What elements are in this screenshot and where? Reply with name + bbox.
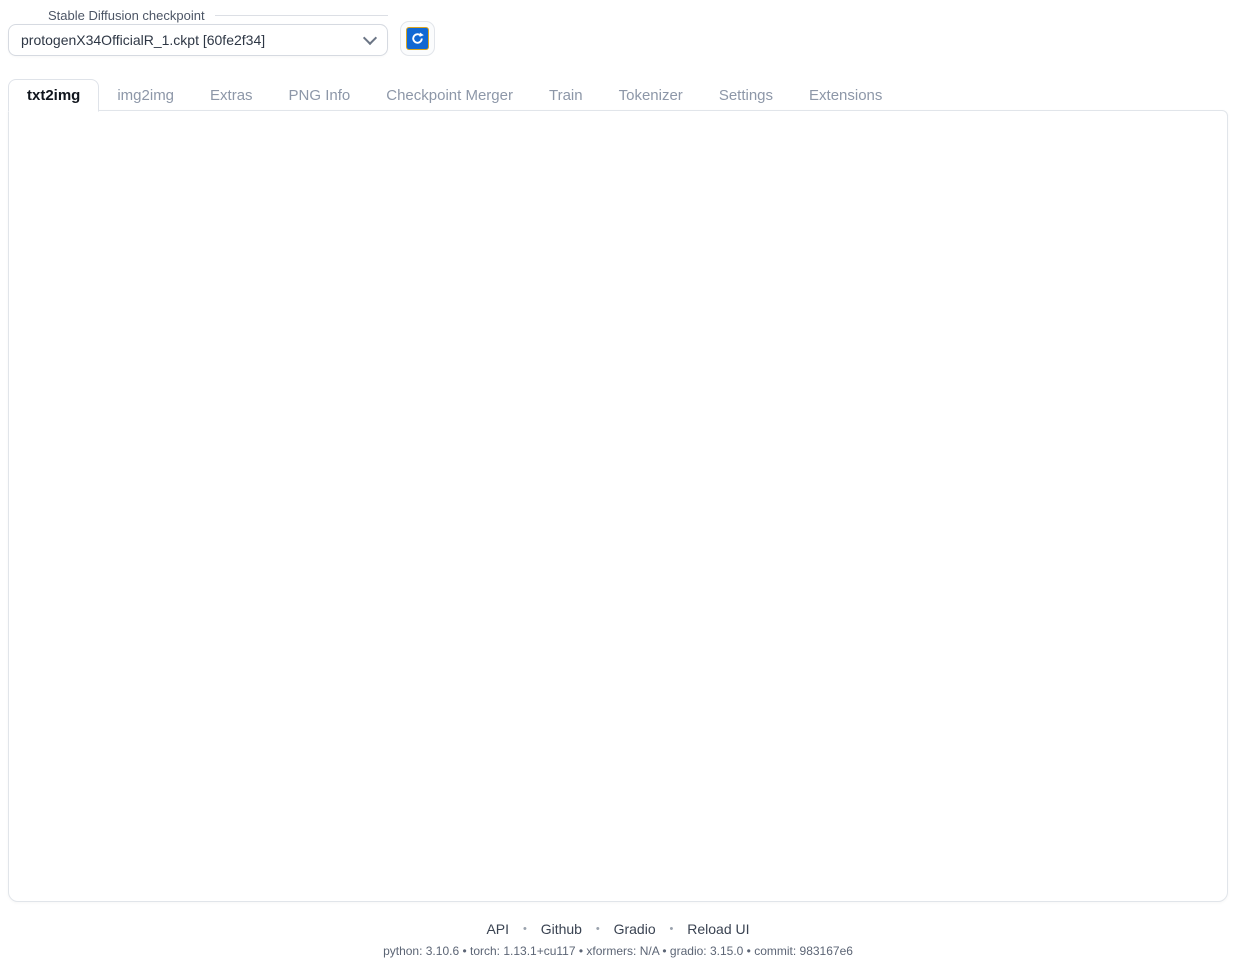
footer-link-gradio[interactable]: Gradio (614, 921, 656, 937)
tab-extras[interactable]: Extras (192, 80, 271, 111)
footer-links: API • Github • Gradio • Reload UI (0, 921, 1236, 937)
main-tabbar: txt2img img2img Extras PNG Info Checkpoi… (8, 78, 1228, 111)
checkpoint-label: Stable Diffusion checkpoint (48, 8, 205, 23)
refresh-checkpoint-button[interactable] (400, 21, 435, 56)
checkpoint-legend: Stable Diffusion checkpoint (8, 8, 388, 23)
refresh-icon (406, 27, 429, 50)
tab-extensions[interactable]: Extensions (791, 80, 900, 111)
tab-train[interactable]: Train (531, 80, 601, 111)
tab-png-info[interactable]: PNG Info (271, 80, 369, 111)
checkpoint-dropdown[interactable]: protogenX34OfficialR_1.ckpt [60fe2f34] (8, 24, 388, 56)
footer-link-github[interactable]: Github (541, 921, 582, 937)
sd-webui-page: Stable Diffusion checkpoint protogenX34O… (0, 0, 1236, 966)
footer-link-api[interactable]: API (486, 921, 509, 937)
footer-link-reload-ui[interactable]: Reload UI (687, 921, 749, 937)
tab-checkpoint-merger[interactable]: Checkpoint Merger (368, 80, 531, 111)
chevron-down-icon (363, 31, 377, 45)
checkpoint-value: protogenX34OfficialR_1.ckpt [60fe2f34] (21, 32, 365, 48)
tab-content-panel (8, 110, 1228, 902)
tab-tokenizer[interactable]: Tokenizer (601, 80, 701, 111)
footer-separator: • (596, 923, 600, 935)
legend-line (215, 15, 388, 16)
tab-txt2img[interactable]: txt2img (8, 79, 99, 112)
footer-separator: • (523, 923, 527, 935)
tab-settings[interactable]: Settings (701, 80, 791, 111)
footer-versions: python: 3.10.6 • torch: 1.13.1+cu117 • x… (0, 944, 1236, 958)
footer-separator: • (670, 923, 674, 935)
tab-img2img[interactable]: img2img (99, 80, 192, 111)
